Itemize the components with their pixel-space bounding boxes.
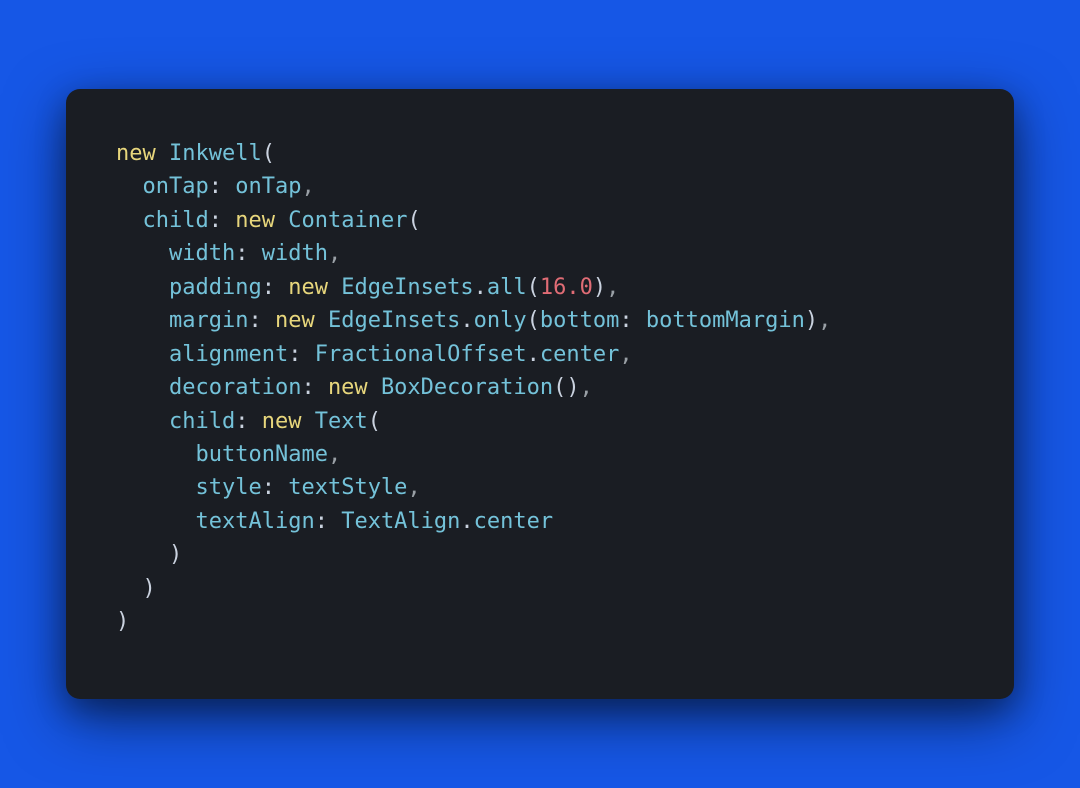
code-token: , (328, 442, 341, 467)
code-token: . (474, 275, 487, 300)
code-token: : (235, 409, 248, 434)
code-token: new (235, 208, 275, 233)
code-token: style (195, 475, 261, 500)
code-token: new (275, 308, 315, 333)
code-token: ) (116, 609, 129, 634)
code-token: : (209, 208, 222, 233)
code-token: buttonName (195, 442, 327, 467)
code-token: textStyle (288, 475, 407, 500)
code-token: : (248, 308, 261, 333)
code-token: ( (407, 208, 420, 233)
code-token: center (474, 509, 553, 534)
code-token: : (315, 509, 328, 534)
code-token: : (235, 241, 248, 266)
code-token: all (487, 275, 527, 300)
code-token: : (301, 375, 314, 400)
code-token: , (606, 275, 619, 300)
code-token: only (474, 308, 527, 333)
code-token: new (262, 409, 302, 434)
code-token: : (262, 275, 275, 300)
code-token: . (460, 308, 473, 333)
code-card: new Inkwell( onTap: onTap, child: new Co… (66, 89, 1014, 699)
code-token: : (209, 174, 222, 199)
code-token: onTap (235, 174, 301, 199)
code-token: . (460, 509, 473, 534)
code-token: width (262, 241, 328, 266)
code-token: margin (169, 308, 248, 333)
code-block: new Inkwell( onTap: onTap, child: new Co… (116, 137, 964, 639)
code-token: new (328, 375, 368, 400)
code-token: ) (805, 308, 818, 333)
code-token: Inkwell (169, 141, 262, 166)
code-token: new (288, 275, 328, 300)
code-token: center (540, 342, 619, 367)
code-token: Container (288, 208, 407, 233)
code-token: onTap (143, 174, 209, 199)
code-token: , (580, 375, 593, 400)
code-token: width (169, 241, 235, 266)
code-token: . (527, 342, 540, 367)
code-token: textAlign (195, 509, 314, 534)
code-token: , (328, 241, 341, 266)
code-token: child (169, 409, 235, 434)
code-token: Text (315, 409, 368, 434)
code-token: decoration (169, 375, 301, 400)
code-token: FractionalOffset (315, 342, 527, 367)
code-token: ( (527, 275, 540, 300)
code-token: TextAlign (341, 509, 460, 534)
code-token: bottom (540, 308, 619, 333)
code-token: , (301, 174, 314, 199)
code-token: BoxDecoration (381, 375, 553, 400)
code-token: , (818, 308, 831, 333)
code-token: new (116, 141, 156, 166)
code-token: () (553, 375, 580, 400)
code-token: ( (368, 409, 381, 434)
code-token: ) (593, 275, 606, 300)
code-token: : (262, 475, 275, 500)
code-token: , (407, 475, 420, 500)
code-token: : (619, 308, 632, 333)
code-token: : (288, 342, 301, 367)
code-token: EdgeInsets (341, 275, 473, 300)
code-token: 16.0 (540, 275, 593, 300)
code-token: ( (527, 308, 540, 333)
code-token: EdgeInsets (328, 308, 460, 333)
code-token: , (619, 342, 632, 367)
code-token: child (143, 208, 209, 233)
code-token: bottomMargin (646, 308, 805, 333)
code-token: alignment (169, 342, 288, 367)
code-token: ) (169, 542, 182, 567)
code-token: ) (143, 576, 156, 601)
code-token: ( (262, 141, 275, 166)
code-content: new Inkwell( onTap: onTap, child: new Co… (116, 141, 831, 634)
code-token: padding (169, 275, 262, 300)
